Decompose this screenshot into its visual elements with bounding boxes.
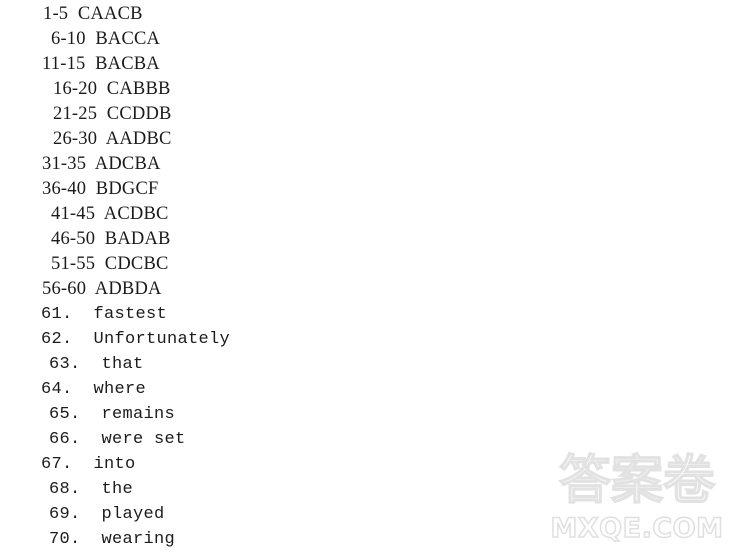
answer-line-mc-4: 16-20 CABBB <box>53 79 171 99</box>
answer-line-mc-11: 51-55 CDCBC <box>51 254 169 274</box>
answer-line-blank-2: 62. Unfortunately <box>41 330 231 349</box>
document-page: 1-5 CAACB 6-10 BACCA 11-15 BACBA 16-20 CABB… <box>0 0 732 560</box>
answer-line-mc-8: 36-40 BDGCF <box>42 179 159 199</box>
answer-line-mc-7: 31-35 ADCBA <box>42 154 161 174</box>
answer-key-content: 1-5 CAACB 6-10 BACCA 11-15 BACBA 16-20 CABB… <box>0 0 732 560</box>
answer-line-mc-3: 11-15 BACBA <box>42 54 160 74</box>
answer-line-mc-2: 6-10 BACCA <box>51 29 161 49</box>
answer-line-blank-4: 64. where <box>41 380 147 399</box>
answer-line-blank-10: 70. wearing <box>49 530 176 549</box>
answer-line-blank-9: 69. played <box>49 505 165 524</box>
answer-line-blank-1: 61. fastest <box>41 305 168 324</box>
answer-line-mc-6: 26-30 AADBC <box>53 129 172 149</box>
answer-line-blank-5: 65. remains <box>49 405 176 424</box>
answer-line-mc-5: 21-25 CCDDB <box>53 104 172 124</box>
answer-line-mc-1: 1-5 CAACB <box>43 4 143 24</box>
answer-line-blank-8: 68. the <box>49 480 134 499</box>
answer-line-blank-7: 67. into <box>41 455 136 474</box>
answer-line-blank-6: 66. were set <box>49 430 186 449</box>
answer-line-mc-12: 56-60 ADBDA <box>42 279 162 299</box>
answer-line-mc-9: 41-45 ACDBC <box>51 204 169 224</box>
answer-line-mc-10: 46-50 BADAB <box>51 229 171 249</box>
answer-line-blank-3: 63. that <box>49 355 144 374</box>
